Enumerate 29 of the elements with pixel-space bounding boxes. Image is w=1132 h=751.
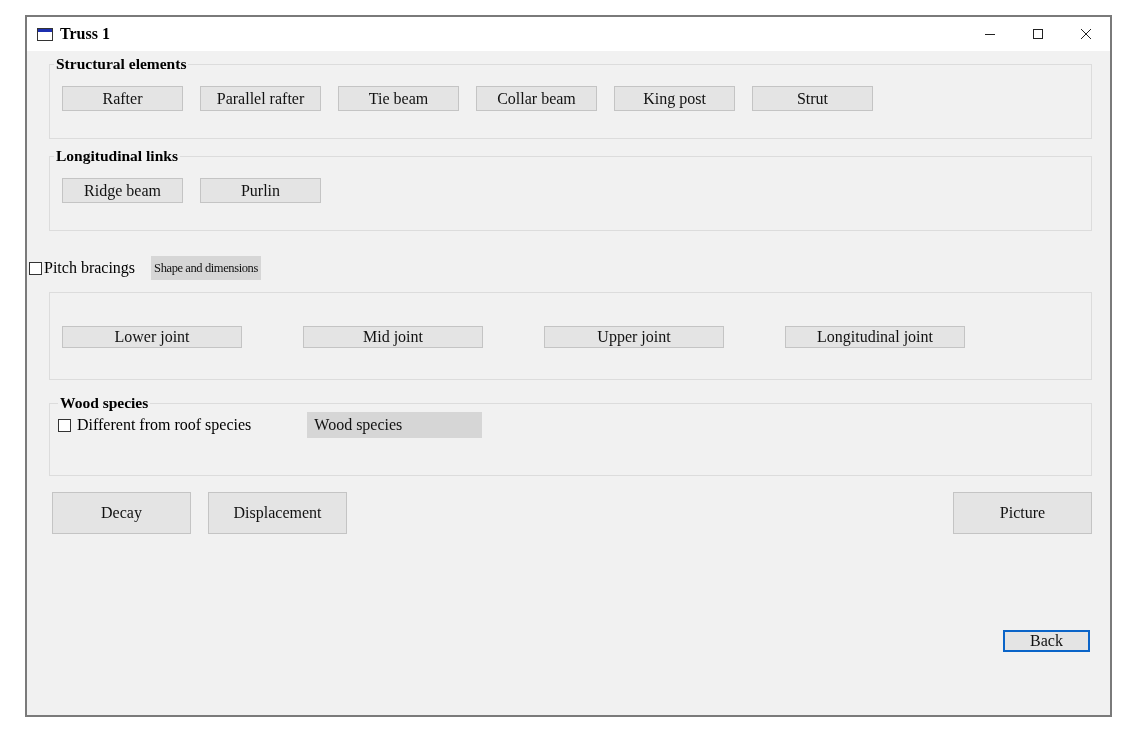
picture-button[interactable]: Picture	[953, 492, 1092, 534]
wood-species-button[interactable]: Wood species	[307, 412, 483, 438]
joint-button[interactable]: Upper joint	[544, 326, 724, 348]
back-button[interactable]: Back	[1003, 630, 1090, 652]
link-button[interactable]: Ridge beam	[62, 178, 183, 203]
close-icon[interactable]	[1080, 28, 1092, 40]
element-button[interactable]: King post	[614, 86, 735, 111]
element-button[interactable]: Strut	[752, 86, 873, 111]
checkbox-label: Different from roof species	[77, 416, 252, 434]
window-icon	[37, 27, 53, 41]
shape-button[interactable]: Shape and dimensions	[151, 256, 261, 280]
group-label: Wood species	[59, 394, 150, 412]
action-button[interactable]: Decay	[52, 492, 191, 534]
joint-button[interactable]: Mid joint	[303, 326, 483, 348]
action-button[interactable]: Displacement	[208, 492, 347, 534]
window-title: Truss 1	[60, 25, 110, 43]
element-button[interactable]: Parallel rafter	[200, 86, 321, 111]
group-label: Longitudinal links	[55, 147, 179, 165]
joint-button[interactable]: Lower joint	[62, 326, 242, 348]
element-button[interactable]: Collar beam	[476, 86, 597, 111]
element-button[interactable]: Rafter	[62, 86, 183, 111]
checkbox[interactable]	[58, 418, 71, 432]
link-button[interactable]: Purlin	[200, 178, 321, 203]
checkbox-label: Pitch bracings	[44, 259, 136, 277]
element-button[interactable]: Tie beam	[338, 86, 459, 111]
group-label: Structural elements	[55, 55, 188, 73]
joint-button[interactable]: Longitudinal joint	[785, 326, 965, 348]
checkbox[interactable]	[29, 261, 42, 275]
maximize-icon[interactable]	[1032, 28, 1044, 40]
